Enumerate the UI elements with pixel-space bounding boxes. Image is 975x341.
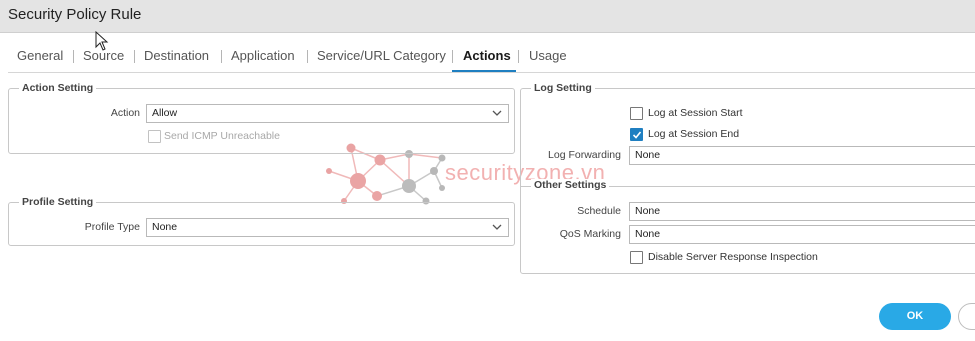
log-forwarding-value: None xyxy=(635,149,661,161)
tab-separator xyxy=(73,50,74,63)
profile-type-select[interactable]: None xyxy=(146,218,509,237)
profile-setting-legend: Profile Setting xyxy=(19,196,97,208)
qos-marking-select[interactable]: None xyxy=(629,225,975,244)
profile-type-value: None xyxy=(152,221,178,233)
schedule-value: None xyxy=(635,205,661,217)
dialog-title: Security Policy Rule xyxy=(8,6,142,23)
tab-usage[interactable]: Usage xyxy=(529,48,567,63)
cancel-button[interactable] xyxy=(958,303,975,330)
profile-setting-group: Profile Setting Profile Type None xyxy=(8,196,515,246)
tab-separator xyxy=(307,50,308,63)
log-at-session-end-label: Log at Session End xyxy=(648,128,740,140)
send-icmp-unreachable-label: Send ICMP Unreachable xyxy=(164,130,280,142)
log-forwarding-label: Log Forwarding xyxy=(548,149,621,161)
action-value: Allow xyxy=(152,107,178,119)
qos-marking-value: None xyxy=(635,228,661,240)
schedule-select[interactable]: None xyxy=(629,202,975,221)
chevron-down-icon xyxy=(492,110,502,116)
log-at-session-end-checkbox[interactable] xyxy=(630,128,643,141)
log-at-session-start-label: Log at Session Start xyxy=(648,107,743,119)
checkmark-icon xyxy=(632,131,642,139)
action-setting-legend: Action Setting xyxy=(19,82,97,94)
ok-button[interactable]: OK xyxy=(879,303,951,330)
tab-separator xyxy=(452,50,453,63)
action-setting-group: Action Setting Action Allow Send ICMP Un… xyxy=(8,82,515,154)
tab-actions[interactable]: Actions xyxy=(463,48,511,63)
log-forwarding-select[interactable]: None xyxy=(629,146,975,165)
other-settings-legend: Other Settings xyxy=(531,179,610,191)
tab-destination[interactable]: Destination xyxy=(144,48,209,63)
tab-bar: General Source Destination Application S… xyxy=(0,42,975,72)
profile-type-label: Profile Type xyxy=(84,221,140,233)
action-select[interactable]: Allow xyxy=(146,104,509,123)
tab-separator xyxy=(221,50,222,63)
title-bar: Security Policy Rule xyxy=(0,0,975,33)
disable-server-response-inspection-checkbox[interactable] xyxy=(630,251,643,264)
tab-separator xyxy=(518,50,519,63)
schedule-label: Schedule xyxy=(577,205,621,217)
log-setting-group: Log Setting Log at Session Start Log at … xyxy=(520,82,975,274)
tab-source[interactable]: Source xyxy=(83,48,124,63)
disable-server-response-inspection-label: Disable Server Response Inspection xyxy=(648,251,818,263)
tab-service-url-category[interactable]: Service/URL Category xyxy=(317,48,446,63)
chevron-down-icon xyxy=(492,224,502,230)
send-icmp-unreachable-checkbox[interactable] xyxy=(148,130,161,143)
tab-general[interactable]: General xyxy=(17,48,63,63)
qos-marking-label: QoS Marking xyxy=(559,228,621,240)
log-at-session-start-checkbox[interactable] xyxy=(630,107,643,120)
tab-separator xyxy=(134,50,135,63)
log-setting-legend: Log Setting xyxy=(531,82,595,94)
tab-application[interactable]: Application xyxy=(231,48,295,63)
action-label: Action xyxy=(110,107,140,119)
tabs-divider xyxy=(8,72,975,73)
